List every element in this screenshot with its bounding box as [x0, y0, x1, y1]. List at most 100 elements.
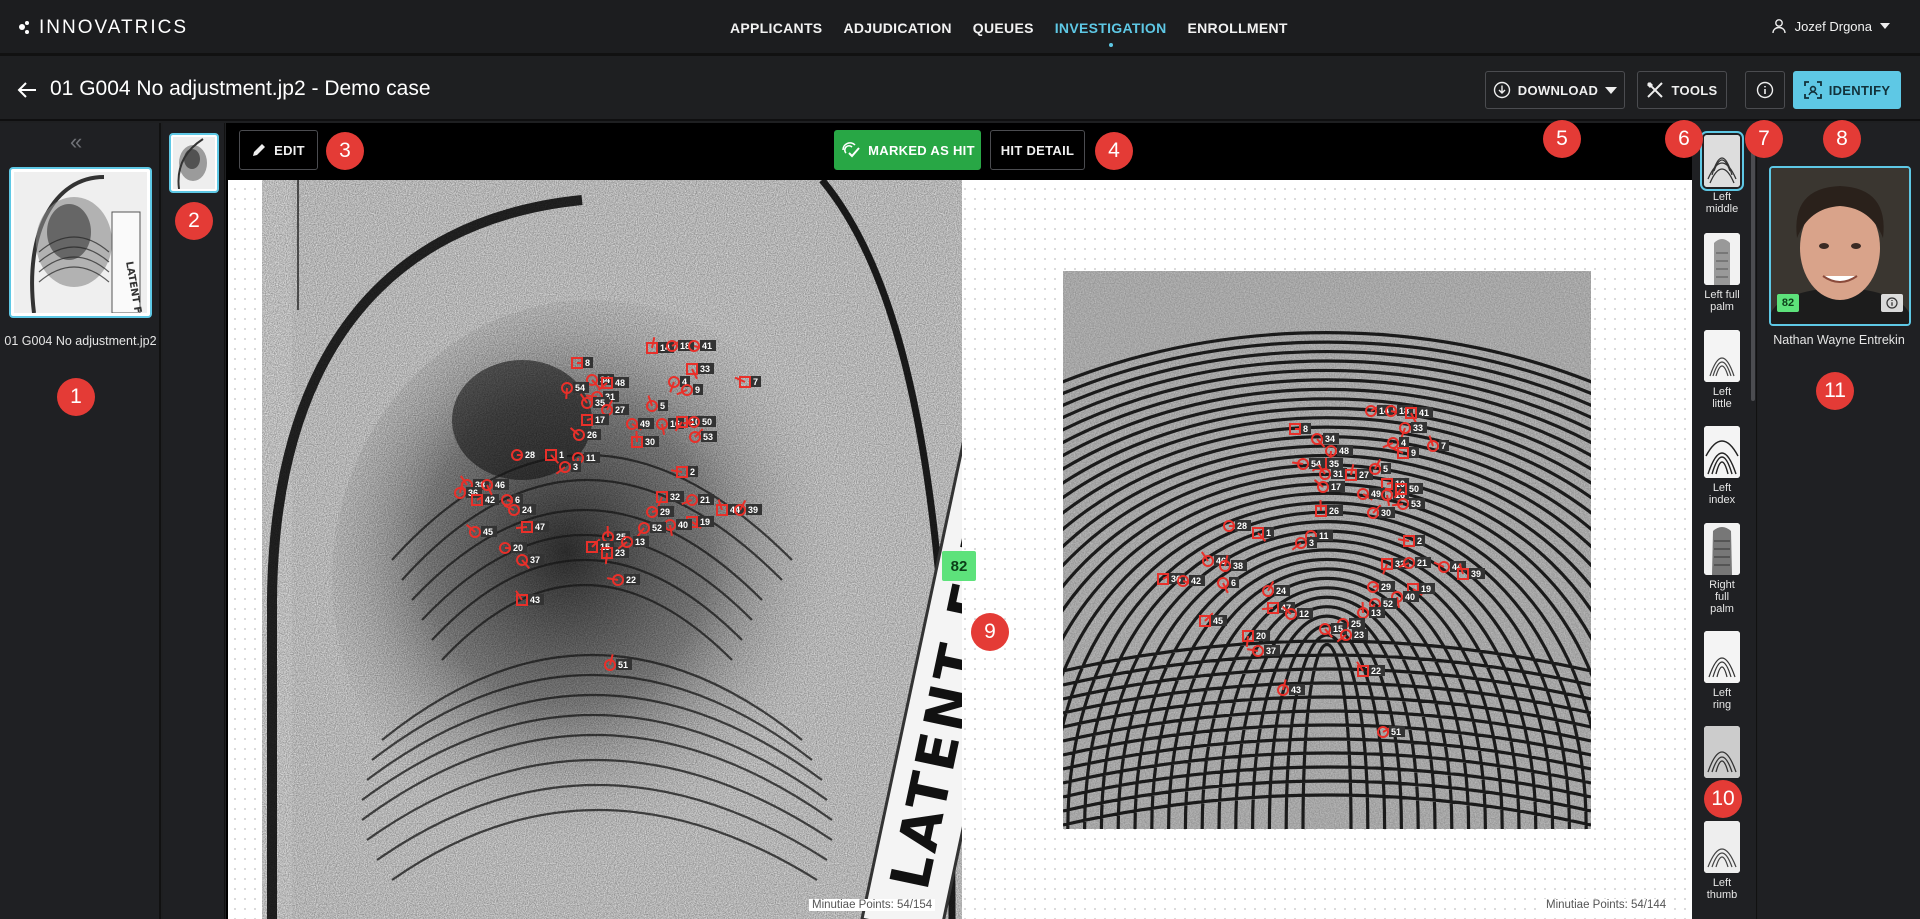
- finger-left-ring[interactable]: Left ring: [1692, 631, 1752, 711]
- finger-left-index[interactable]: Left index: [1692, 426, 1752, 506]
- edit-button[interactable]: EDIT: [239, 130, 318, 170]
- info-button[interactable]: [1745, 71, 1785, 109]
- minutia-marker[interactable]: 54: [561, 382, 589, 400]
- minutia-marker[interactable]: 22: [606, 574, 640, 586]
- candidate-card[interactable]: 82: [1769, 166, 1911, 326]
- minutia-marker[interactable]: 7: [1427, 435, 1449, 452]
- minutia-marker[interactable]: 49: [626, 418, 654, 431]
- minutia-marker[interactable]: 51: [1377, 725, 1405, 738]
- minutia-marker[interactable]: 26: [1315, 499, 1343, 517]
- minutia-marker[interactable]: 42: [471, 493, 499, 506]
- minutia-marker[interactable]: 47: [1261, 602, 1295, 614]
- minutia-marker[interactable]: 40: [664, 519, 692, 537]
- hit-detail-button[interactable]: HIT DETAIL: [990, 130, 1085, 170]
- minutia-marker[interactable]: 13: [617, 536, 649, 550]
- user-menu[interactable]: Jozef Drgona: [1771, 18, 1890, 34]
- comparison-canvas[interactable]: LATENT FING 8345448313514184133497527174…: [226, 180, 1692, 919]
- finger-left-thumb[interactable]: Left thumb: [1692, 821, 1752, 901]
- case-header: 01 G004 No adjustment.jp2 - Demo case DO…: [0, 59, 1920, 121]
- minutia-marker[interactable]: 9: [1392, 447, 1419, 459]
- minutia-marker[interactable]: 30: [631, 430, 659, 448]
- minutia-marker[interactable]: 6: [1217, 577, 1239, 594]
- minutia-marker[interactable]: 6: [501, 494, 523, 506]
- minutia-marker[interactable]: 8: [571, 357, 593, 369]
- brand-logo[interactable]: INNOVATRICS: [19, 17, 188, 39]
- minutia-marker[interactable]: 32: [656, 491, 684, 508]
- candidate-info-icon[interactable]: [1881, 294, 1903, 312]
- minutia-marker[interactable]: 33: [1399, 422, 1427, 439]
- minutia-marker[interactable]: 3: [1291, 537, 1317, 551]
- minutia-marker[interactable]: 2: [1397, 535, 1425, 547]
- nav-enrollment[interactable]: ENROLLMENT: [1188, 20, 1288, 36]
- minutia-marker[interactable]: 27: [1345, 464, 1373, 481]
- minutia-marker[interactable]: 37: [1246, 645, 1280, 657]
- minutia-marker[interactable]: 1: [1252, 527, 1274, 542]
- latent-thumbnail[interactable]: LATENT FIN: [9, 167, 152, 326]
- tenprint-minutiae-layer[interactable]: 83448355431 2714 18 413349751049 1650531726 3…: [1063, 271, 1591, 829]
- minutia-marker[interactable]: 51: [604, 654, 632, 671]
- tools-button[interactable]: TOOLS: [1637, 71, 1727, 109]
- minutia-marker[interactable]: 53: [689, 428, 717, 443]
- minutia-marker[interactable]: 25: [602, 525, 630, 543]
- minutia-marker[interactable]: 23: [1336, 629, 1368, 643]
- minutia-marker[interactable]: 7: [734, 376, 761, 388]
- minutia-marker[interactable]: 34: [1311, 433, 1339, 448]
- marked-as-hit-button[interactable]: MARKED AS HIT: [834, 130, 981, 170]
- minutia-marker[interactable]: 17: [1313, 479, 1345, 493]
- collapse-panel-icon[interactable]: «: [70, 129, 82, 155]
- svg-text:1: 1: [1266, 528, 1271, 538]
- finger-unlabeled[interactable]: [1692, 726, 1752, 778]
- back-arrow-icon[interactable]: [16, 79, 38, 101]
- minutia-marker[interactable]: 28: [511, 449, 539, 461]
- minutia-marker[interactable]: 43: [1277, 679, 1305, 696]
- minutia-marker[interactable]: 30: [1367, 504, 1395, 519]
- minutia-marker[interactable]: 52: [636, 522, 666, 538]
- minutia-marker[interactable]: 49: [1357, 488, 1385, 501]
- minutia-marker[interactable]: 26: [569, 427, 601, 441]
- minutia-marker[interactable]: 5: [1369, 458, 1391, 475]
- finger-right-full-palm[interactable]: Right full palm: [1692, 523, 1752, 615]
- minutia-marker[interactable]: 45: [466, 524, 497, 538]
- minutia-marker[interactable]: 21: [681, 494, 714, 506]
- minutia-marker[interactable]: 17: [581, 414, 609, 426]
- minutia-marker[interactable]: 8: [1289, 423, 1311, 435]
- minutia-marker[interactable]: 2: [670, 466, 698, 478]
- minutia-marker[interactable]: 20: [1242, 630, 1270, 648]
- svg-text:9: 9: [695, 385, 700, 395]
- finger-left-full-palm[interactable]: Left full palm: [1692, 233, 1752, 313]
- minutia-marker[interactable]: 43: [515, 590, 544, 606]
- minutia-marker[interactable]: 15: [586, 538, 614, 553]
- latent-print-view[interactable]: LATENT FING 8345448313514184133497527174…: [262, 180, 962, 919]
- latent-variant-thumbnail[interactable]: [169, 133, 219, 193]
- minutia-marker[interactable]: 1: [545, 449, 567, 464]
- svg-text:21: 21: [700, 495, 710, 505]
- tenprint-view[interactable]: 8 34 48 35 54 31 27 14 18 41 33 4 9 7 5 10 49 16 50 53 17 26 3…: [1063, 271, 1591, 829]
- nav-investigation[interactable]: INVESTIGATION: [1055, 20, 1167, 47]
- minutia-marker[interactable]: 5: [646, 395, 668, 412]
- minutia-marker[interactable]: 3: [555, 461, 581, 475]
- minutia-marker[interactable]: 29: [646, 506, 674, 518]
- latent-minutiae-layer[interactable]: 83454 48313514 18 413349752717 49 16 10 502630 5…: [262, 180, 962, 919]
- minutia-marker[interactable]: 34: [586, 374, 614, 389]
- minutia-marker[interactable]: 36: [1157, 572, 1185, 585]
- nav-adjudication[interactable]: ADJUDICATION: [843, 20, 951, 36]
- minutia-marker[interactable]: 22: [1356, 661, 1385, 677]
- download-button[interactable]: DOWNLOAD: [1485, 71, 1625, 109]
- minutia-marker[interactable]: 24: [1262, 580, 1290, 597]
- minutia-marker[interactable]: 4: [1382, 437, 1409, 449]
- minutia-marker[interactable]: 28: [1223, 520, 1251, 532]
- minutia-marker[interactable]: 37: [516, 554, 544, 569]
- minutia-marker[interactable]: 29: [1367, 581, 1395, 593]
- nav-applicants[interactable]: APPLICANTS: [730, 20, 822, 36]
- minutia-marker[interactable]: 45: [1199, 612, 1227, 627]
- minutia-marker[interactable]: 20: [499, 542, 527, 554]
- minutia-marker[interactable]: 44: [716, 499, 744, 516]
- minutia-marker[interactable]: 33: [686, 363, 714, 380]
- minutia-marker[interactable]: 47: [515, 521, 549, 533]
- finger-left-little[interactable]: Left little: [1692, 330, 1752, 410]
- svg-text:33: 33: [1413, 423, 1423, 433]
- nav-queues[interactable]: QUEUES: [973, 20, 1034, 36]
- marked-label: MARKED AS HIT: [868, 142, 975, 158]
- identify-button[interactable]: IDENTIFY: [1793, 71, 1901, 109]
- svg-text:23: 23: [615, 548, 625, 558]
